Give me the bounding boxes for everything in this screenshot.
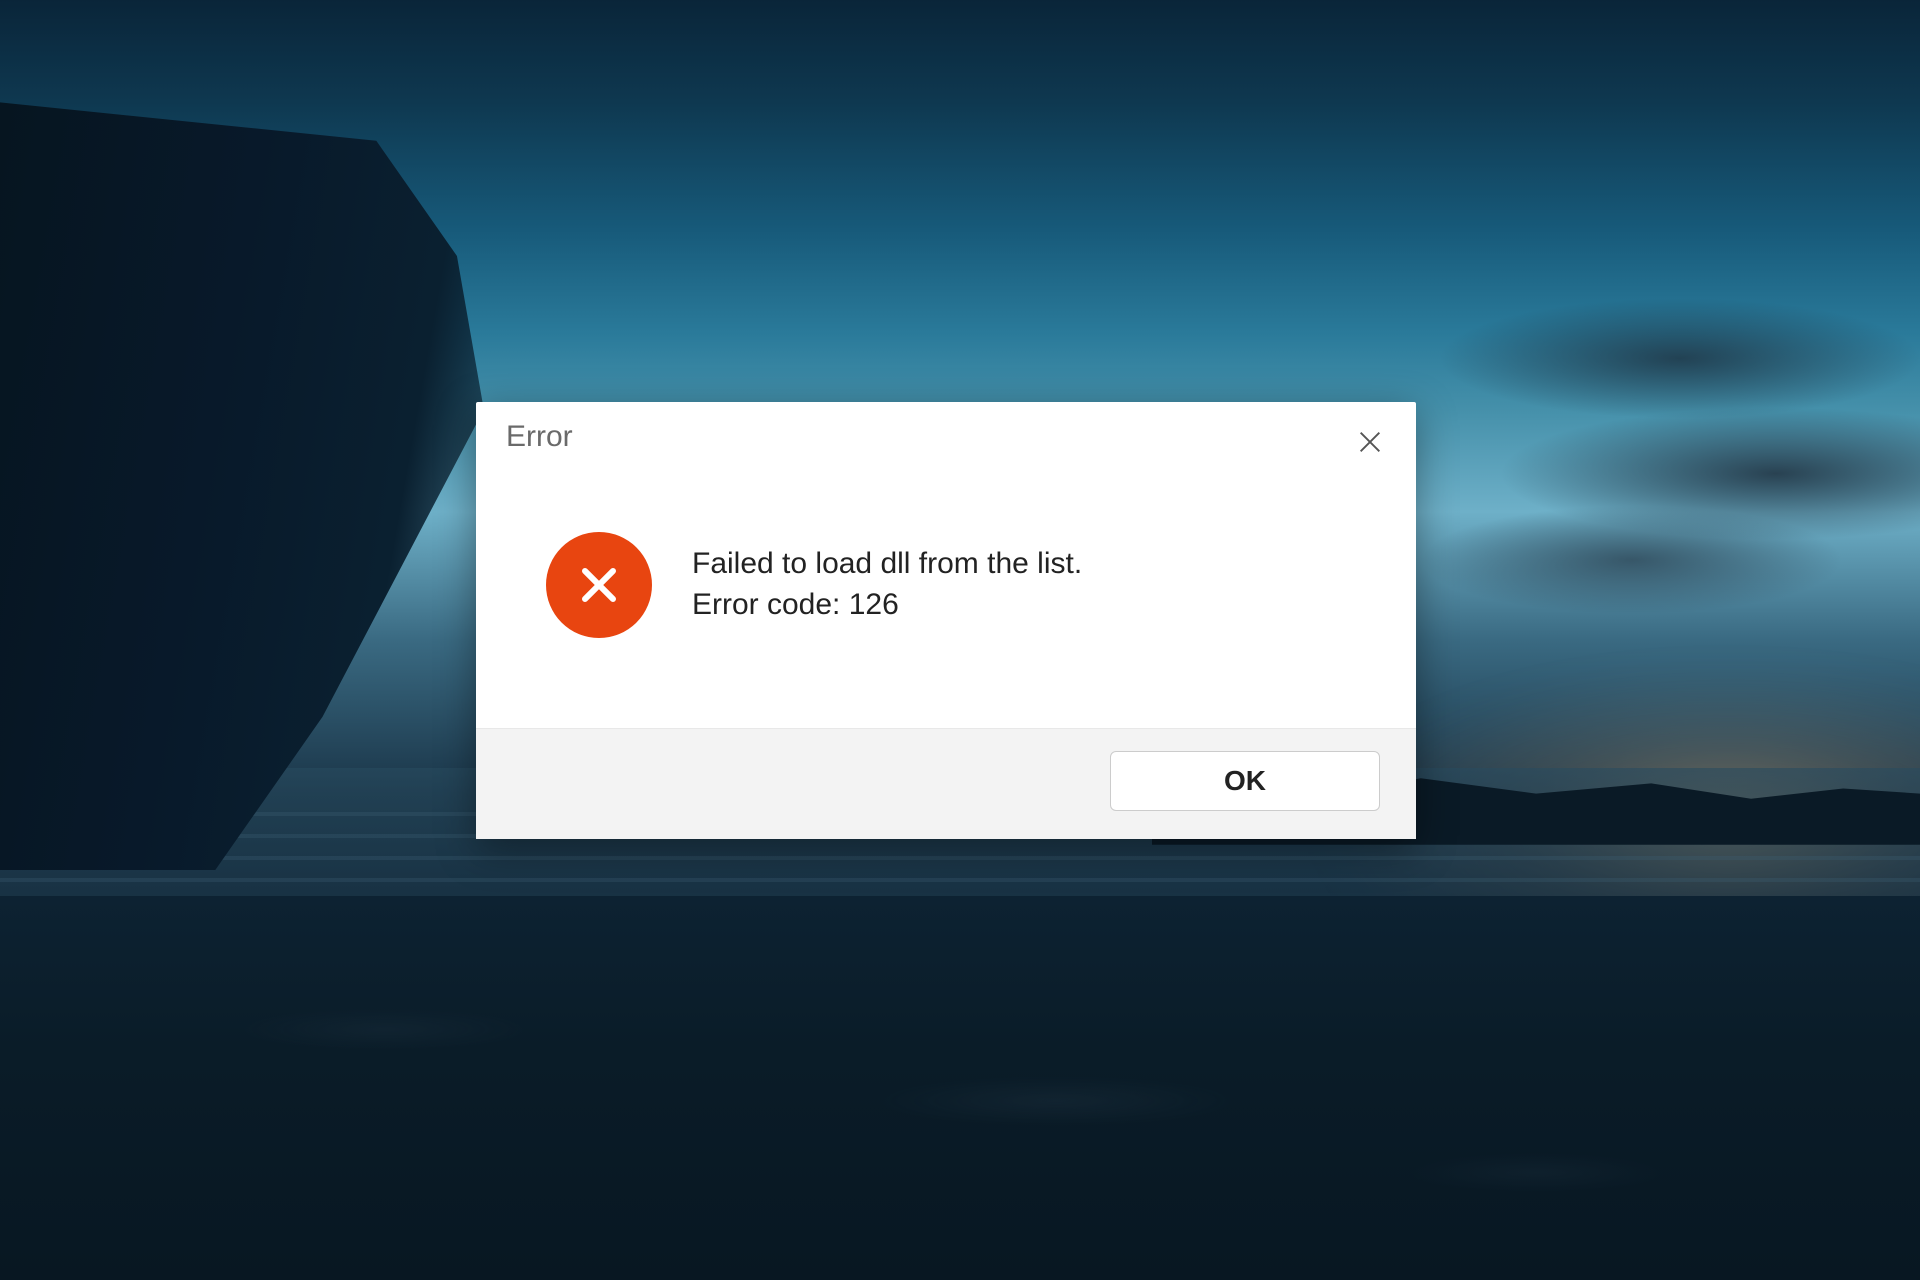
dialog-overlay: Error Failed to load dll from the li bbox=[0, 0, 1920, 1280]
dialog-message: Failed to load dll from the list. Error … bbox=[692, 544, 1082, 625]
dialog-titlebar: Error bbox=[476, 402, 1416, 472]
error-dialog: Error Failed to load dll from the li bbox=[476, 402, 1416, 839]
error-icon bbox=[546, 532, 652, 638]
close-icon bbox=[1356, 428, 1384, 459]
dialog-title: Error bbox=[506, 420, 573, 454]
ok-button[interactable]: OK bbox=[1110, 751, 1380, 811]
message-line-2: Error code: 126 bbox=[692, 585, 1082, 626]
close-button[interactable] bbox=[1350, 424, 1390, 464]
dialog-body: Failed to load dll from the list. Error … bbox=[476, 472, 1416, 728]
message-line-1: Failed to load dll from the list. bbox=[692, 544, 1082, 585]
dialog-footer: OK bbox=[476, 728, 1416, 839]
